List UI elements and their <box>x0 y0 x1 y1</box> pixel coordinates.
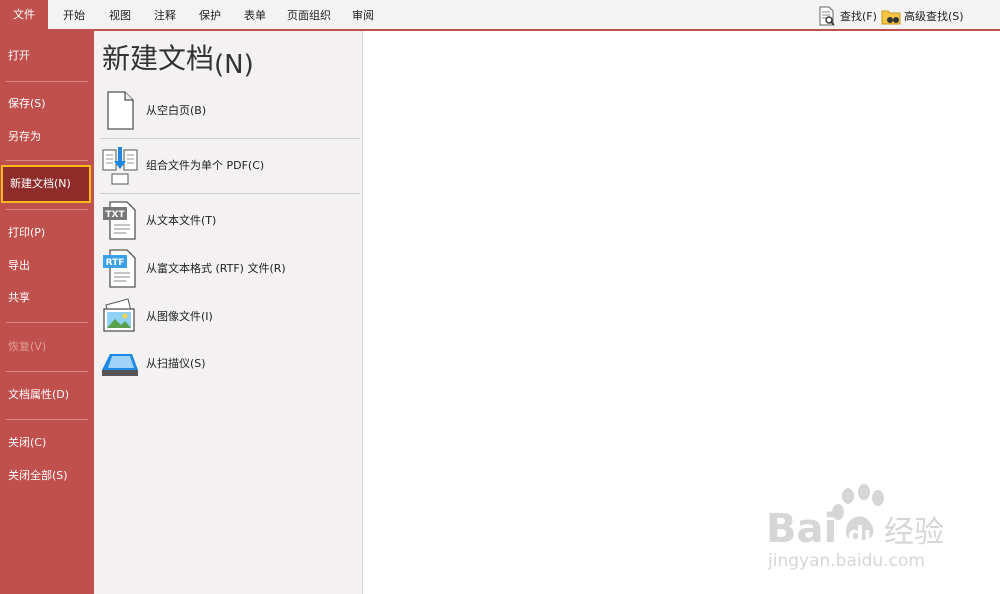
nav-divider <box>6 209 88 210</box>
watermark-brand: Bai <box>766 506 837 552</box>
advanced-find-label: 高级查找(S) <box>904 10 964 23</box>
option-blank-page-label: 从空白页(B) <box>146 104 207 117</box>
nav-restore[interactable]: 恢复(V) <box>0 336 94 358</box>
advanced-find-button[interactable]: 高级查找(S) <box>881 5 964 27</box>
option-rtf-file[interactable]: RTF 从富文本格式 (RTF) 文件(R) <box>100 245 360 291</box>
nav-divider <box>6 160 88 161</box>
nav-document-properties[interactable]: 文档属性(D) <box>0 384 94 406</box>
tab-view[interactable]: 视图 <box>109 6 131 26</box>
combine-files-icon <box>102 147 138 185</box>
tab-organize-pages[interactable]: 页面组织 <box>287 6 331 26</box>
nav-divider <box>6 81 88 82</box>
tab-home[interactable]: 开始 <box>63 6 85 26</box>
option-scanner[interactable]: 从扫描仪(S) <box>100 340 360 386</box>
tab-protect[interactable]: 保护 <box>199 6 221 26</box>
nav-close[interactable]: 关闭(C) <box>0 432 94 454</box>
txt-icon-text: TXT <box>105 210 125 220</box>
nav-print[interactable]: 打印(P) <box>0 222 94 244</box>
nav-new-document[interactable]: 新建文档(N) <box>1 165 91 203</box>
option-combine-pdf[interactable]: 组合文件为单个 PDF(C) <box>100 142 360 188</box>
baidu-jingyan-watermark: Bai du 经验 jingyan.baidu.com <box>766 484 944 571</box>
tab-comment[interactable]: 注释 <box>154 6 176 26</box>
new-document-panel: 新建文档(N) 从空白页(B) 组合文件为单个 PDF(C) TXT 从文本文件… <box>94 31 363 594</box>
find-button[interactable]: 查找(F) <box>817 5 877 27</box>
nav-divider <box>6 371 88 372</box>
watermark-brand-du: du <box>848 523 879 548</box>
option-text-file-label: 从文本文件(T) <box>146 214 217 227</box>
panel-title-text: 新建文档 <box>102 42 215 75</box>
panel-title-shortcut: (N) <box>214 50 254 80</box>
folder-binoculars-icon <box>881 10 901 25</box>
blank-page-icon <box>107 91 134 130</box>
option-image-file[interactable]: 从图像文件(I) <box>100 293 360 339</box>
option-blank-page[interactable]: 从空白页(B) <box>100 87 360 133</box>
option-text-file[interactable]: TXT 从文本文件(T) <box>100 197 360 243</box>
backstage-nav: 打开 保存(S) 另存为 新建文档(N) 打印(P) 导出 共享 恢复(V) 文… <box>0 31 94 594</box>
watermark-cn: 经验 <box>884 515 944 550</box>
nav-export[interactable]: 导出 <box>0 255 94 277</box>
option-scanner-label: 从扫描仪(S) <box>146 357 206 370</box>
find-document-icon <box>819 6 835 26</box>
nav-divider <box>6 419 88 420</box>
rtf-icon-text: RTF <box>106 258 125 268</box>
nav-divider <box>6 322 88 323</box>
tab-review[interactable]: 审阅 <box>352 6 374 26</box>
tab-forms[interactable]: 表单 <box>244 6 266 26</box>
nav-save[interactable]: 保存(S) <box>0 93 94 115</box>
rtf-file-icon: RTF <box>103 249 136 288</box>
ribbon-tab-bar: 文件 开始 视图 注释 保护 表单 页面组织 审阅 查找(F) 高级查找(S) <box>0 0 1000 31</box>
nav-save-as[interactable]: 另存为 <box>0 126 94 148</box>
option-image-file-label: 从图像文件(I) <box>146 310 213 323</box>
nav-share[interactable]: 共享 <box>0 287 94 309</box>
find-label: 查找(F) <box>840 10 877 23</box>
panel-divider <box>100 138 360 139</box>
scanner-icon <box>102 354 138 376</box>
panel-title: 新建文档(N) <box>102 37 254 80</box>
watermark-url: jingyan.baidu.com <box>767 551 925 571</box>
tab-file[interactable]: 文件 <box>0 0 48 30</box>
nav-close-all[interactable]: 关闭全部(S) <box>0 465 94 487</box>
nav-open[interactable]: 打开 <box>0 45 94 67</box>
image-file-icon <box>103 298 135 332</box>
txt-file-icon: TXT <box>103 201 136 240</box>
app-window: 文件 开始 视图 注释 保护 表单 页面组织 审阅 查找(F) 高级查找(S) <box>0 0 1000 594</box>
panel-divider <box>100 193 360 194</box>
option-combine-pdf-label: 组合文件为单个 PDF(C) <box>146 159 265 172</box>
option-rtf-file-label: 从富文本格式 (RTF) 文件(R) <box>146 262 286 275</box>
